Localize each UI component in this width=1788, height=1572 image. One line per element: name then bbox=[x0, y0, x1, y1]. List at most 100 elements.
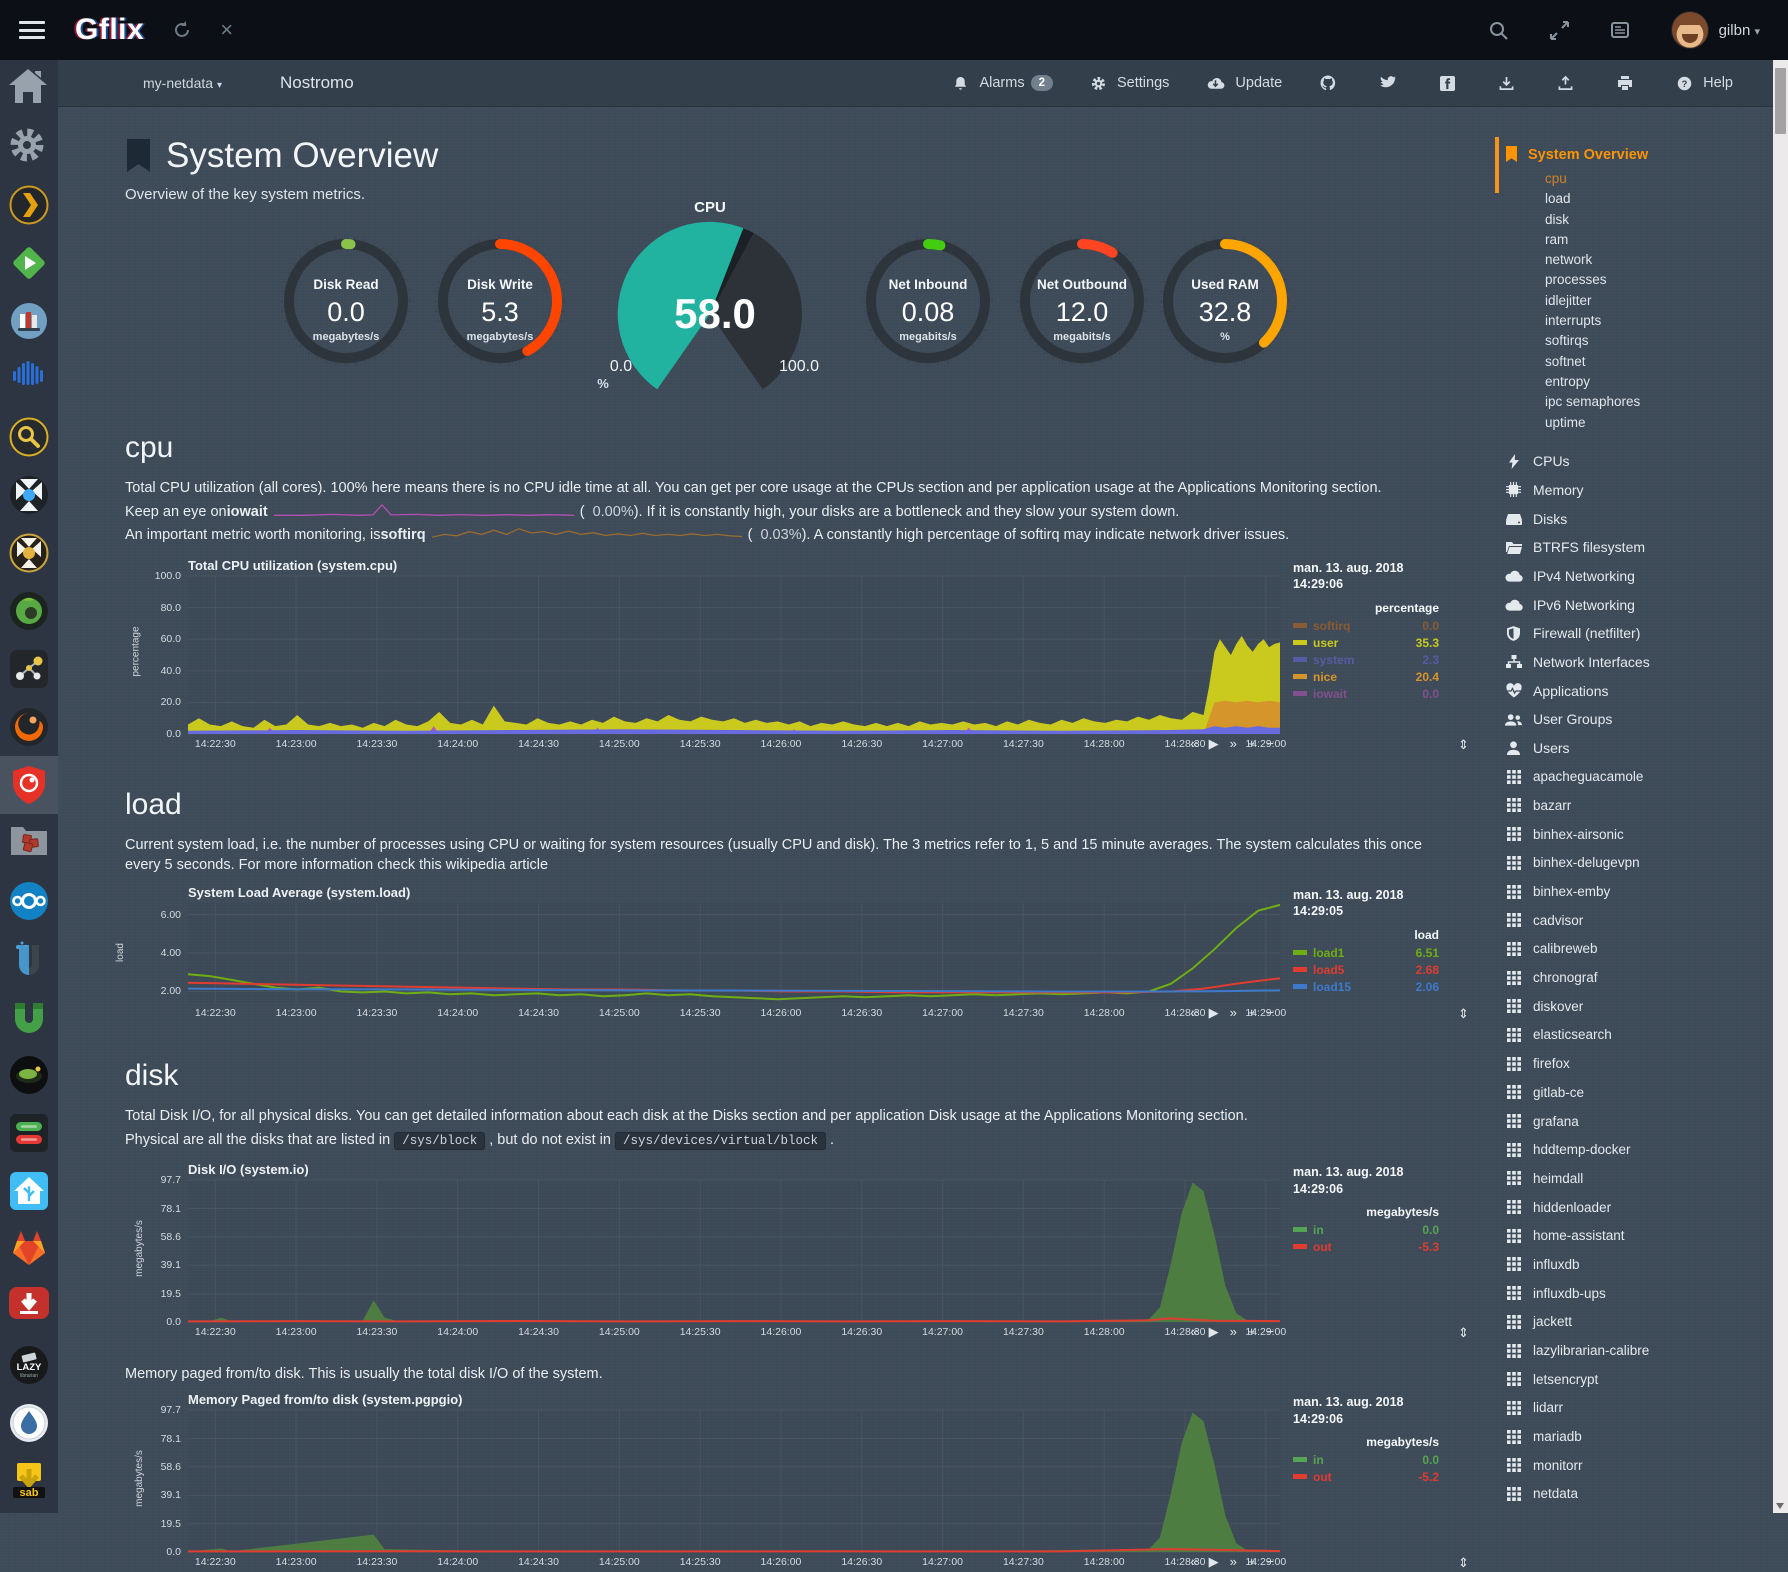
app-logo[interactable]: Gflix bbox=[75, 13, 144, 47]
sidebar-app-node-graph[interactable] bbox=[0, 640, 58, 698]
sidebar-app-diskover[interactable] bbox=[0, 814, 58, 872]
toc-app-netdata[interactable]: netdata bbox=[1505, 1480, 1773, 1509]
pgpgio-chart[interactable]: Memory Paged from/to disk (system.pgpgio… bbox=[125, 1392, 1430, 1572]
toc-app-apacheguacamole[interactable]: apacheguacamole bbox=[1505, 762, 1773, 791]
navbar-item-github[interactable] bbox=[1320, 75, 1342, 91]
chart-resize-handle[interactable]: ⇕ bbox=[1458, 1555, 1469, 1571]
close-tab-icon[interactable]: × bbox=[220, 19, 233, 41]
sidebar-app-ubooquity[interactable] bbox=[0, 930, 58, 988]
navbar-item-settings[interactable]: Settings bbox=[1091, 75, 1169, 91]
user-menu[interactable]: gilbn ▾ bbox=[1719, 22, 1760, 39]
news-icon[interactable] bbox=[1611, 21, 1629, 39]
toc-app-mariadb[interactable]: mariadb bbox=[1505, 1422, 1773, 1451]
legend-row-in[interactable]: in0.0 bbox=[1293, 1453, 1439, 1467]
toc-item-ram[interactable]: ram bbox=[1545, 230, 1773, 250]
toc-header[interactable]: System Overview bbox=[1505, 146, 1773, 163]
toc-app-hiddenloader[interactable]: hiddenloader bbox=[1505, 1193, 1773, 1222]
cpu-chart[interactable]: Total CPU utilization (system.cpu)percen… bbox=[125, 558, 1430, 754]
toc-item-softirqs[interactable]: softirqs bbox=[1545, 331, 1773, 351]
toc-app-hddtemp-docker[interactable]: hddtemp-docker bbox=[1505, 1135, 1773, 1164]
sidebar-app-netdata[interactable] bbox=[0, 756, 58, 814]
toc-app-binhex-emby[interactable]: binhex-emby bbox=[1505, 877, 1773, 906]
toc-item-softnet[interactable]: softnet bbox=[1545, 352, 1773, 372]
toc-app-bazarr[interactable]: bazarr bbox=[1505, 791, 1773, 820]
toc-section-cpus[interactable]: CPUs bbox=[1505, 447, 1773, 476]
legend-row-out[interactable]: out-5.2 bbox=[1293, 1470, 1439, 1484]
legend-row-softirq[interactable]: softirq0.0 bbox=[1293, 619, 1439, 633]
navbar-item-update[interactable]: Update bbox=[1207, 75, 1282, 91]
disk-io-chart[interactable]: Disk I/O (system.io)megabytes/s97.778.15… bbox=[125, 1162, 1430, 1342]
chart-plot-area[interactable]: 97.778.158.639.119.50.0«▶»+−⇕ bbox=[188, 1180, 1280, 1322]
toc-section-ipv4-networking[interactable]: IPv4 Networking bbox=[1505, 562, 1773, 591]
toc-app-binhex-airsonic[interactable]: binhex-airsonic bbox=[1505, 820, 1773, 849]
toc-app-jackett[interactable]: jackett bbox=[1505, 1307, 1773, 1336]
toc-app-firefox[interactable]: firefox bbox=[1505, 1049, 1773, 1078]
toc-section-network-interfaces[interactable]: Network Interfaces bbox=[1505, 648, 1773, 677]
toc-app-lidarr[interactable]: lidarr bbox=[1505, 1394, 1773, 1423]
refresh-icon[interactable] bbox=[172, 20, 192, 40]
sidebar-app-magnet[interactable] bbox=[0, 988, 58, 1046]
gauge-disk-read[interactable]: Disk Read0.0megabytes/s bbox=[278, 233, 414, 369]
toc-app-influxdb-ups[interactable]: influxdb-ups bbox=[1505, 1279, 1773, 1308]
toc-section-btrfs-filesystem[interactable]: BTRFS filesystem bbox=[1505, 533, 1773, 562]
softirq-sparkline[interactable] bbox=[432, 526, 742, 544]
fullscreen-icon[interactable] bbox=[1550, 21, 1569, 40]
sidebar-app-lazylibrarian[interactable]: LAZYlibrarian bbox=[0, 1336, 58, 1394]
chart-plot-area[interactable]: 6.004.002.00«▶»+−⇕ bbox=[188, 903, 1280, 1003]
toc-app-grafana[interactable]: grafana bbox=[1505, 1107, 1773, 1136]
gauge-net-inbound[interactable]: Net Inbound0.08megabits/s bbox=[860, 233, 996, 369]
sidebar-app-guacamole[interactable] bbox=[0, 582, 58, 640]
legend-row-nice[interactable]: nice20.4 bbox=[1293, 670, 1439, 684]
chart-resize-handle[interactable]: ⇕ bbox=[1458, 737, 1469, 753]
sidebar-app-sabnzbd[interactable]: sab bbox=[0, 1452, 58, 1510]
toc-item-ipc-semaphores[interactable]: ipc semaphores bbox=[1545, 392, 1773, 412]
toc-app-cadvisor[interactable]: cadvisor bbox=[1505, 906, 1773, 935]
toc-app-heimdall[interactable]: heimdall bbox=[1505, 1164, 1773, 1193]
sidebar-app-plex[interactable] bbox=[0, 176, 58, 234]
navbar-item-help[interactable]: ?Help bbox=[1677, 75, 1733, 91]
toc-app-diskover[interactable]: diskover bbox=[1505, 992, 1773, 1021]
toc-section-user-groups[interactable]: User Groups bbox=[1505, 705, 1773, 734]
toc-app-calibreweb[interactable]: calibreweb bbox=[1505, 935, 1773, 964]
toc-item-entropy[interactable]: entropy bbox=[1545, 372, 1773, 392]
toc-section-memory[interactable]: Memory bbox=[1505, 476, 1773, 505]
toc-app-letsencrypt[interactable]: letsencrypt bbox=[1505, 1365, 1773, 1394]
legend-row-load1[interactable]: load16.51 bbox=[1293, 946, 1439, 960]
chart-plot-area[interactable]: 100.080.060.040.020.00.0«▶»+−⇕ bbox=[188, 576, 1280, 734]
navbar-item-print[interactable] bbox=[1617, 76, 1639, 91]
load-chart[interactable]: System Load Average (system.load)load6.0… bbox=[125, 885, 1430, 1023]
legend-row-load5[interactable]: load52.68 bbox=[1293, 963, 1439, 977]
sidebar-app-home-assistant[interactable] bbox=[0, 1162, 58, 1220]
toc-app-binhex-delugevpn[interactable]: binhex-delugevpn bbox=[1505, 848, 1773, 877]
scrollbar-down-arrow[interactable] bbox=[1776, 1503, 1784, 1509]
sidebar-app-youtube-dl[interactable] bbox=[0, 1278, 58, 1336]
gauge-net-outbound[interactable]: Net Outbound12.0megabits/s bbox=[1014, 233, 1150, 369]
toc-item-uptime[interactable]: uptime bbox=[1545, 413, 1773, 433]
legend-row-out[interactable]: out-5.3 bbox=[1293, 1240, 1439, 1254]
gauge-used-ram[interactable]: Used RAM32.8% bbox=[1157, 233, 1293, 369]
toc-app-gitlab-ce[interactable]: gitlab-ce bbox=[1505, 1078, 1773, 1107]
toc-section-users[interactable]: Users bbox=[1505, 734, 1773, 763]
page-scrollbar[interactable] bbox=[1773, 60, 1788, 1513]
server-menu[interactable]: my-netdata ▾ bbox=[143, 75, 222, 91]
navbar-item-alarms[interactable]: Alarms2 bbox=[953, 75, 1053, 91]
sidebar-app-app-x-gold[interactable] bbox=[0, 524, 58, 582]
sidebar-app-home[interactable] bbox=[0, 60, 58, 118]
sidebar-app-sickchill[interactable] bbox=[0, 1046, 58, 1104]
toc-app-influxdb[interactable]: influxdb bbox=[1505, 1250, 1773, 1279]
gauge-disk-write[interactable]: Disk Write5.3megabytes/s bbox=[432, 233, 568, 369]
sidebar-app-gitlab[interactable] bbox=[0, 1220, 58, 1278]
toc-app-lazylibrarian-calibre[interactable]: lazylibrarian-calibre bbox=[1505, 1336, 1773, 1365]
chart-plot-area[interactable]: 97.778.158.639.119.50.0«▶»+−⇕ bbox=[188, 1410, 1280, 1552]
toc-item-network[interactable]: network bbox=[1545, 250, 1773, 270]
legend-row-load15[interactable]: load152.06 bbox=[1293, 980, 1439, 994]
sidebar-app-jackett[interactable] bbox=[0, 408, 58, 466]
toc-item-interrupts[interactable]: interrupts bbox=[1545, 311, 1773, 331]
toc-section-disks[interactable]: Disks bbox=[1505, 504, 1773, 533]
legend-row-system[interactable]: system2.3 bbox=[1293, 653, 1439, 667]
toc-app-elasticsearch[interactable]: elasticsearch bbox=[1505, 1021, 1773, 1050]
user-avatar[interactable] bbox=[1671, 11, 1709, 49]
legend-row-iowait[interactable]: iowait0.0 bbox=[1293, 687, 1439, 701]
iowait-sparkline[interactable] bbox=[274, 503, 574, 521]
chart-resize-handle[interactable]: ⇕ bbox=[1458, 1006, 1469, 1022]
